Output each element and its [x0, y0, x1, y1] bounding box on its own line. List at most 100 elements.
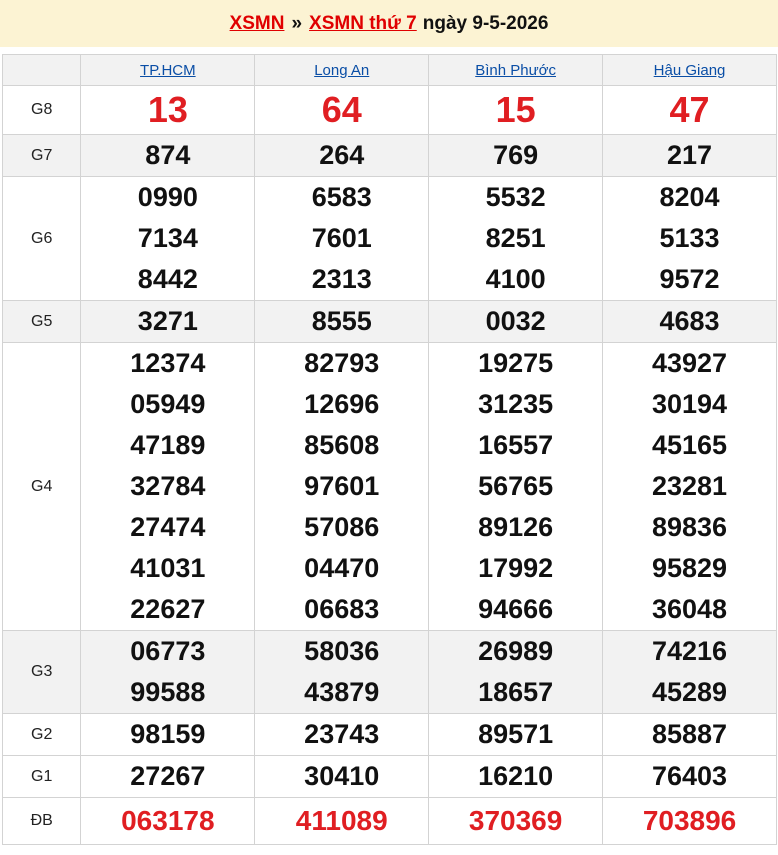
xsmn-thu7-link[interactable]: XSMN thứ 7	[309, 13, 417, 35]
prize-number: 47189	[130, 430, 206, 460]
prize-label: G1	[1, 755, 82, 798]
prize-number: 370369	[468, 805, 563, 836]
page-header: XSMN » XSMN thứ 7 ngày 9-5-2026	[0, 0, 778, 47]
prize-number: 12696	[304, 389, 380, 419]
prize-cell: 85887	[602, 713, 777, 756]
prize-label: G6	[1, 176, 82, 301]
prize-cell: 6583 7601 2313	[254, 176, 430, 301]
prize-number: 8204	[659, 182, 720, 212]
prize-number: 97601	[304, 471, 380, 501]
prize-cell: 264	[254, 134, 430, 177]
province-link[interactable]: Bình Phước	[475, 62, 556, 79]
prize-cell: 12374 05949 47189 32784 27474 41031 22627	[80, 342, 256, 631]
prize-cell: 76403	[602, 755, 777, 798]
prize-number: 82793	[304, 348, 380, 378]
prize-number: 85887	[651, 719, 728, 749]
province-link[interactable]: TP.HCM	[140, 62, 196, 79]
prize-number: 47	[669, 89, 710, 130]
prize-cell: 82793 12696 85608 97601 57086 04470 06683	[254, 342, 430, 631]
province-link[interactable]: Long An	[314, 62, 369, 79]
prize-label: G7	[1, 134, 82, 177]
prize-cell: 13	[80, 85, 256, 135]
prize-label: ĐB	[1, 797, 82, 845]
prize-number: 27474	[130, 512, 206, 542]
prize-cell: 47	[602, 85, 777, 135]
prize-number: 8555	[311, 306, 372, 336]
prize-cell: 16210	[428, 755, 604, 798]
prize-row: G4 12374 05949 47189 32784 27474 41031 22627 827…	[1, 342, 777, 631]
prize-number: 0990	[137, 182, 198, 212]
prize-number: 31235	[478, 389, 554, 419]
prize-number: 32784	[130, 471, 206, 501]
prize-number: 76403	[651, 761, 728, 791]
results-table: TP.HCM Long An Bình Phước Hậu Giang G8 13…	[1, 54, 777, 845]
prize-cell: 26989 18657	[428, 630, 604, 714]
prize-cell: 874	[80, 134, 256, 177]
prize-number: 57086	[304, 512, 380, 542]
breadcrumb-separator: »	[291, 12, 303, 34]
prize-cell: 06773 99588	[80, 630, 256, 714]
prize-number: 16557	[478, 430, 554, 460]
prize-number: 13	[147, 89, 188, 130]
prize-number: 8251	[485, 223, 546, 253]
prize-cell: 23743	[254, 713, 430, 756]
prize-number: 16210	[478, 761, 554, 791]
prize-cell: 217	[602, 134, 777, 177]
prize-number: 95829	[651, 553, 728, 583]
prize-label: G4	[1, 342, 82, 631]
prize-number: 43927	[651, 348, 728, 378]
prize-number: 6583	[311, 182, 372, 212]
prize-cell: 4683	[602, 300, 777, 343]
prize-cell: 411089	[254, 797, 430, 845]
prize-number: 99588	[130, 677, 206, 707]
prize-number: 30410	[304, 761, 380, 791]
prize-row: G2 98159 23743 89571 85887	[1, 713, 777, 756]
prize-number: 874	[145, 140, 191, 170]
prize-cell: 98159	[80, 713, 256, 756]
prize-cell: 5532 8251 4100	[428, 176, 604, 301]
prize-number: 64	[321, 89, 362, 130]
prize-cell: 15	[428, 85, 604, 135]
prize-cell: 43927 30194 45165 23281 89836 95829 36048	[602, 342, 777, 631]
prize-number: 7601	[311, 223, 372, 253]
prize-number: 06773	[130, 636, 206, 666]
prize-number: 5532	[485, 182, 546, 212]
prize-cell: 30410	[254, 755, 430, 798]
prize-number: 18657	[478, 677, 554, 707]
draw-date: ngày 9-5-2026	[422, 12, 549, 34]
prize-number: 74216	[651, 636, 728, 666]
prize-number: 0032	[485, 306, 546, 336]
prize-number: 5133	[659, 223, 720, 253]
prize-number: 8442	[137, 264, 198, 294]
prize-label: G3	[1, 630, 82, 714]
prize-number: 41031	[130, 553, 206, 583]
province-link[interactable]: Hậu Giang	[654, 62, 726, 79]
prize-number: 85608	[304, 430, 380, 460]
prize-cell: 19275 31235 16557 56765 89126 17992 94666	[428, 342, 604, 631]
province-header: Bình Phước	[428, 54, 604, 86]
prize-number: 4100	[485, 264, 546, 294]
prize-number: 94666	[478, 594, 554, 624]
prize-row: G7 874 264 769 217	[1, 134, 777, 177]
prize-number: 43879	[304, 677, 380, 707]
prize-number: 769	[493, 140, 539, 170]
xsmn-link[interactable]: XSMN	[230, 13, 285, 35]
province-header: Hậu Giang	[602, 54, 777, 86]
prize-number: 264	[319, 140, 365, 170]
prize-number: 06683	[304, 594, 380, 624]
prize-cell: 769	[428, 134, 604, 177]
prize-number: 4683	[659, 306, 720, 336]
prize-cell: 370369	[428, 797, 604, 845]
province-header: Long An	[254, 54, 430, 86]
prize-row: G5 3271 8555 0032 4683	[1, 300, 777, 343]
prize-row: G6 0990 7134 8442 6583 7601 2313 5532 8251 4100 82…	[1, 176, 777, 301]
prize-label: G8	[1, 85, 82, 135]
prize-number: 22627	[130, 594, 206, 624]
province-header: TP.HCM	[80, 54, 256, 86]
results-body: G8 13 64 15 47 G7 874 264 769 217 G6 0990 7134 8442 65…	[1, 85, 777, 845]
prize-number: 45165	[651, 430, 728, 460]
prize-number: 45289	[651, 677, 728, 707]
province-header-row: TP.HCM Long An Bình Phước Hậu Giang	[1, 54, 777, 86]
prize-cell: 703896	[602, 797, 777, 845]
prize-cell: 8555	[254, 300, 430, 343]
